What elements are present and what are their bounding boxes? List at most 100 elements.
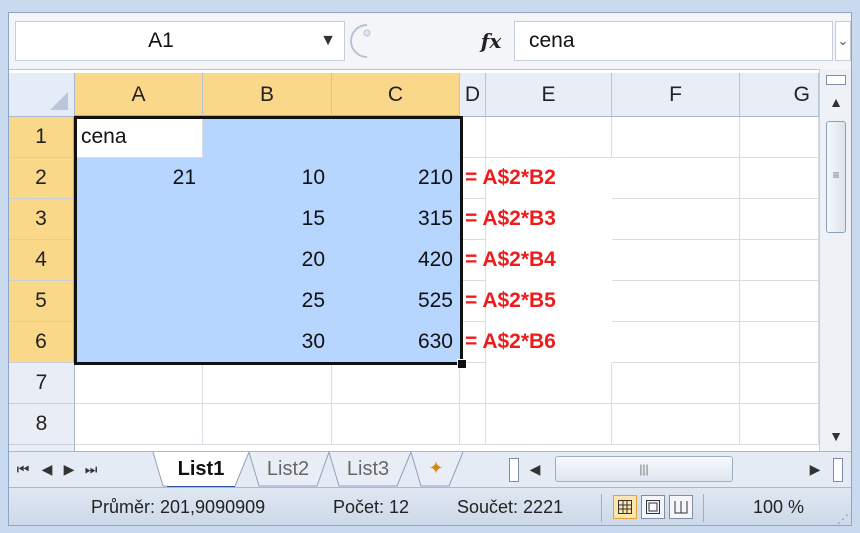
cell-g7[interactable] [740,363,819,404]
cell-c7[interactable] [332,363,460,404]
cell-f1[interactable] [612,117,740,158]
first-sheet-icon[interactable]: ⏮ [13,452,33,486]
scroll-down-icon[interactable]: ▼ [820,423,851,449]
scroll-left-icon[interactable]: ◀ [523,456,547,482]
cell-f3[interactable] [612,199,740,240]
chevron-down-icon[interactable]: ▼ [320,22,336,60]
cell-a1[interactable]: cena [75,117,203,158]
last-sheet-icon[interactable]: ⏭ [81,452,101,486]
cell-c5[interactable]: 525 [332,281,460,322]
page-break-icon [674,501,688,514]
cell-a5[interactable] [75,281,203,322]
cell-a8[interactable] [75,404,203,445]
cell-a4[interactable] [75,240,203,281]
row-header-5[interactable]: 5 [9,281,75,322]
cell-f5[interactable] [612,281,740,322]
cell-b7[interactable] [203,363,332,404]
hscroll-thumb[interactable]: ||| [555,456,733,482]
cell-g1[interactable] [740,117,819,158]
cell-d3[interactable]: = A$2*B3 [460,199,556,240]
column-header-e[interactable]: E [486,73,612,117]
cell-f7[interactable] [612,363,740,404]
row-header-2[interactable]: 2 [9,158,75,199]
cell-d6[interactable]: = A$2*B6 [460,322,556,363]
cell-f6[interactable] [612,322,740,363]
prev-sheet-icon[interactable]: ◀ [37,452,57,486]
column-header-g[interactable]: G [740,73,819,117]
cell-b1[interactable] [203,117,332,158]
expand-formula-bar-button[interactable]: ⌄ [835,21,851,61]
horizontal-scrollbar[interactable]: ◀ ||| ▶ [509,456,847,482]
split-box-right[interactable] [833,458,843,482]
cell-c3[interactable]: 315 [332,199,460,240]
cell-c2[interactable]: 210 [332,158,460,199]
row-header-7[interactable]: 7 [9,363,75,404]
page-layout-view-button[interactable] [641,495,665,519]
scroll-up-icon[interactable]: ▲ [820,89,851,115]
cell-b2[interactable]: 10 [203,158,332,199]
next-sheet-icon[interactable]: ▶ [59,452,79,486]
row-header-6[interactable]: 6 [9,322,75,363]
cell-f8[interactable] [612,404,740,445]
cell-g2[interactable] [740,158,819,199]
cell-e8[interactable] [486,404,612,445]
cell-c1[interactable] [332,117,460,158]
cell-g6[interactable] [740,322,819,363]
cell-b5[interactable]: 25 [203,281,332,322]
formula-bar-resize-icon[interactable] [345,21,381,61]
cell-g4[interactable] [740,240,819,281]
formula-input[interactable]: cena [515,21,833,61]
cell-d7[interactable] [460,363,486,404]
cell-f2[interactable] [612,158,740,199]
cell-c8[interactable] [332,404,460,445]
column-header-c[interactable]: C [332,73,460,117]
resize-grip-icon[interactable]: ⋰ [837,512,849,525]
cell-d1[interactable] [460,117,486,158]
row-header-3[interactable]: 3 [9,199,75,240]
row-header-1[interactable]: 1 [9,117,75,158]
tab-list2[interactable]: List2 [259,452,317,486]
zoom-level[interactable]: 100 % [753,488,804,525]
cell-d4[interactable]: = A$2*B4 [460,240,556,281]
column-header-a[interactable]: A [75,73,203,117]
insert-sheet-icon[interactable]: ✦ [421,456,451,480]
scroll-right-icon[interactable]: ▶ [803,456,827,482]
cell-f4[interactable] [612,240,740,281]
cell-b4[interactable]: 20 [203,240,332,281]
tab-list3[interactable]: List3 [339,452,397,486]
row-header-4[interactable]: 4 [9,240,75,281]
row-header-8[interactable]: 8 [9,404,75,445]
cell-a6[interactable] [75,322,203,363]
cell-d2[interactable]: = A$2*B2 [460,158,556,199]
insert-function-button[interactable]: fx [471,23,511,59]
name-box[interactable]: A1 ▼ [15,21,345,61]
cell-d8[interactable] [460,404,486,445]
cell-c6[interactable]: 630 [332,322,460,363]
scroll-thumb[interactable]: ≡ [826,121,846,233]
cell-g5[interactable] [740,281,819,322]
split-box[interactable] [826,75,846,85]
cell-e1[interactable] [486,117,612,158]
column-header-f[interactable]: F [612,73,740,117]
cell-a3[interactable] [75,199,203,240]
tab-split-icon[interactable] [509,458,519,482]
vertical-scrollbar[interactable]: ▲ ≡ ▼ [819,69,851,451]
cell-g8[interactable] [740,404,819,445]
corner-triangle-icon [50,92,68,110]
cell-d5[interactable]: = A$2*B5 [460,281,556,322]
normal-view-button[interactable] [613,495,637,519]
cell-a2[interactable]: 21 [75,158,203,199]
cell-a7[interactable] [75,363,203,404]
column-header-b[interactable]: B [203,73,332,117]
cell-b6[interactable]: 30 [203,322,332,363]
page-break-view-button[interactable] [669,495,693,519]
select-all-button[interactable] [9,73,75,117]
cell-c4[interactable]: 420 [332,240,460,281]
cell-b3[interactable]: 15 [203,199,332,240]
fill-handle[interactable] [457,359,467,369]
cell-b8[interactable] [203,404,332,445]
column-header-d[interactable]: D [460,73,486,117]
cell-e7[interactable] [486,363,612,404]
cell-g3[interactable] [740,199,819,240]
tab-list1[interactable]: List1 [167,452,235,488]
